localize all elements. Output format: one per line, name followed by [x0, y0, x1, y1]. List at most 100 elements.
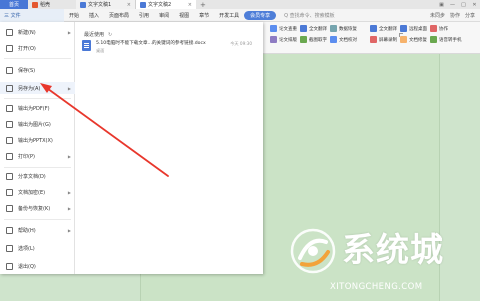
tool-doc-repair[interactable]: 文档修复: [400, 36, 427, 43]
close-window-icon[interactable]: ✕: [469, 0, 480, 9]
close-tab-icon[interactable]: ×: [188, 2, 192, 8]
divider: [4, 98, 71, 99]
share-icon: [6, 172, 13, 180]
file-menu-exit[interactable]: 退出(Q): [0, 260, 75, 272]
refresh-icon[interactable]: ↻: [108, 32, 112, 38]
file-menu-button[interactable]: 三 文件: [0, 8, 64, 22]
recent-file-time: 今天 09:30: [230, 41, 252, 46]
menu-sections[interactable]: 章节: [194, 12, 214, 19]
recent-file-text: 5.10电脑时不能下载文章...的关键词的参考链接.docx 桌面: [96, 40, 206, 54]
tool-screen-record[interactable]: 屏幕录制: [370, 36, 397, 43]
menu-insert[interactable]: 插入: [84, 12, 104, 19]
file-menu-open[interactable]: 打开(O): [0, 42, 75, 54]
pdf-icon: [6, 104, 13, 112]
tool-voice-phone[interactable]: 语音转手机: [430, 36, 462, 43]
file-menu-save-as[interactable]: 另存为(A) ▶: [0, 82, 75, 94]
tool-data-recovery[interactable]: 数据恢复: [330, 25, 357, 32]
command-search[interactable]: Q 查找命令、搜索模板: [284, 12, 335, 19]
chevron-right-icon: ▶: [67, 153, 71, 159]
layout-icon[interactable]: ▣: [436, 0, 447, 9]
chevron-right-icon: ▶: [67, 85, 71, 91]
close-tab-icon[interactable]: ×: [127, 2, 131, 8]
file-menu-export-image[interactable]: 输出为图片(G): [0, 118, 75, 130]
recent-files-panel: 最近使用 ↻ 5.10电脑时不能下载文章...的关键词的参考链接.docx 桌面…: [76, 22, 263, 274]
remote-desktop-icon: [400, 25, 407, 32]
minimize-icon[interactable]: —: [447, 0, 458, 9]
chevron-right-icon: ▶: [67, 189, 71, 195]
menu-view[interactable]: 视图: [174, 12, 194, 19]
watermark-title: 系统城: [342, 230, 444, 269]
wps-writer-window: 首页 稻壳 文字文稿1 × 文字文稿2 × + ▣ — □ ✕ 三 文件 开始 …: [0, 0, 480, 301]
share-button[interactable]: 分享: [465, 12, 475, 19]
help-icon: [6, 226, 13, 234]
sync-status[interactable]: 未同步: [430, 12, 445, 19]
file-menu-options[interactable]: 选项(L): [0, 242, 75, 254]
maximize-icon[interactable]: □: [458, 0, 469, 9]
repair-icon: [400, 36, 407, 43]
recent-file-item[interactable]: 5.10电脑时不能下载文章...的关键词的参考链接.docx 桌面 今天 09:…: [82, 40, 258, 56]
tab-home-label: 首页: [8, 2, 19, 8]
tool-screenshot-ocr[interactable]: 截图取字: [300, 36, 327, 43]
menu-page-layout[interactable]: 页面布局: [104, 12, 134, 19]
tool-thesis-layout[interactable]: 论文排版: [270, 36, 297, 43]
tool-translate[interactable]: 全文翻译: [300, 25, 327, 32]
tool-full-translate[interactable]: 全文翻译: [370, 25, 397, 32]
file-menu-backup[interactable]: 备份与恢复(K) ▶: [0, 202, 75, 214]
record-icon: [370, 36, 377, 43]
daoke-icon: [32, 1, 38, 8]
divider: [4, 167, 71, 168]
save-icon: [6, 66, 13, 74]
screenshot-icon: [300, 36, 307, 43]
new-tab-button[interactable]: +: [196, 1, 210, 9]
tool-proofread[interactable]: 文档校对: [330, 36, 357, 43]
tool-collaborate[interactable]: 协作: [430, 25, 448, 32]
thesis-check-icon: [270, 25, 277, 32]
site-watermark: 系统城 XITONGCHENG.COM: [288, 226, 478, 298]
gear-icon: [6, 244, 13, 252]
file-menu-share[interactable]: 分享文档(D): [0, 170, 75, 182]
divider: [4, 58, 71, 59]
menu-member[interactable]: 会员专享: [244, 10, 277, 20]
pptx-icon: [6, 136, 13, 144]
collaborate-icon: [430, 25, 437, 32]
tool-thesis-check[interactable]: 论文查重: [270, 25, 297, 32]
image-icon: [6, 120, 13, 128]
tab-document-2-label: 文字文稿2: [148, 2, 172, 8]
tool-remote-desktop[interactable]: 远程桌面: [400, 25, 427, 32]
file-menu-encrypt[interactable]: 文档加密(E) ▶: [0, 186, 75, 198]
tab-document-1[interactable]: 文字文稿1 ×: [76, 0, 136, 9]
recent-file-path: 桌面: [96, 48, 105, 53]
file-menu-new[interactable]: 新建(N) ▶: [0, 26, 75, 38]
tab-document-1-label: 文字文稿1: [88, 2, 112, 8]
file-backstage-panel: 新建(N) ▶ 打开(O) 保存(S) 另存为(A) ▶ 输出为PDF(F) 输出为…: [0, 22, 263, 274]
menu-references[interactable]: 引用: [134, 12, 154, 19]
menu-home[interactable]: 开始: [64, 12, 84, 19]
tab-daoke-label: 稻壳: [40, 2, 51, 8]
writer-doc-icon: [140, 1, 146, 8]
writer-doc-icon: [80, 1, 86, 8]
watermark-url: XITONGCHENG.COM: [330, 282, 423, 292]
file-menu-save[interactable]: 保存(S): [0, 64, 75, 76]
lock-icon: [6, 188, 13, 196]
collaborate-button[interactable]: 协作: [450, 12, 460, 19]
file-menu-export-pptx[interactable]: 输出为PPTX(X): [0, 134, 75, 146]
exit-icon: [6, 262, 13, 270]
proofread-icon: [330, 36, 337, 43]
window-controls: ▣ — □ ✕: [436, 0, 480, 9]
phone-icon: [430, 36, 437, 43]
translate-icon: [300, 25, 307, 32]
menu-review[interactable]: 审阅: [154, 12, 174, 19]
file-menu-export-pdf[interactable]: 输出为PDF(F): [0, 102, 75, 114]
tab-document-2[interactable]: 文字文稿2 ×: [136, 0, 196, 9]
recent-file-name: 5.10电脑时不能下载文章...的关键词的参考链接.docx: [96, 41, 206, 46]
divider: [4, 219, 71, 220]
file-menu-list: 新建(N) ▶ 打开(O) 保存(S) 另存为(A) ▶ 输出为PDF(F) 输出为…: [0, 22, 75, 274]
chevron-right-icon: ▶: [67, 227, 71, 233]
file-menu-help[interactable]: 帮助(H) ▶: [0, 224, 75, 236]
chevron-right-icon: ▶: [67, 29, 71, 35]
file-menu-print[interactable]: 打印(P) ▶: [0, 150, 75, 162]
writer-doc-icon: [82, 40, 91, 51]
chevron-right-icon: ▶: [67, 205, 71, 211]
page-margin-mark: [399, 33, 403, 37]
menu-developer[interactable]: 开发工具: [214, 12, 244, 19]
